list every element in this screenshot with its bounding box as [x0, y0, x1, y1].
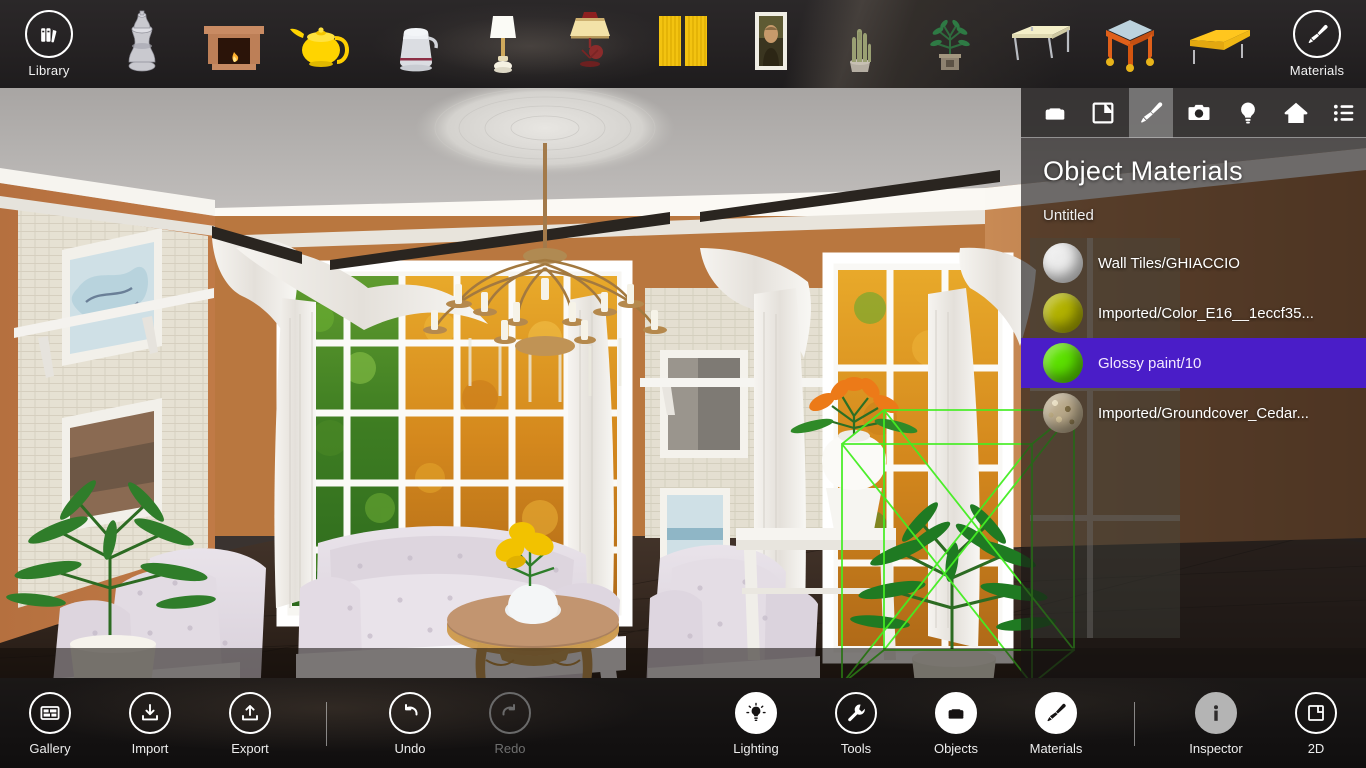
- material-name-2: Glossy paint/10: [1098, 354, 1202, 372]
- bottom-toolbar: Gallery Import Export Undo Redo Lighting…: [0, 678, 1366, 768]
- import-button[interactable]: Import: [104, 678, 196, 768]
- materials-button[interactable]: Materials: [1010, 678, 1102, 768]
- materials-icon-wrap: [1035, 692, 1077, 734]
- twod-icon-wrap: [1295, 692, 1337, 734]
- inspector-icon-wrap: [1195, 692, 1237, 734]
- object-thumb-potted-plant[interactable]: [912, 6, 988, 78]
- paintbrush-icon: [1047, 703, 1066, 722]
- inspector-label: Inspector: [1189, 741, 1243, 756]
- tools-button[interactable]: Tools: [810, 678, 902, 768]
- export-icon: [242, 705, 258, 721]
- library-books-icon: [25, 10, 73, 58]
- export-label: Export: [231, 741, 269, 756]
- floorplan-icon: [1308, 705, 1324, 721]
- wrench-icon: [848, 704, 865, 722]
- paintbrush-icon: [1293, 10, 1341, 58]
- object-thumb-yellow-curtains[interactable]: [645, 6, 721, 78]
- undo-icon-wrap: [389, 692, 431, 734]
- export-button[interactable]: Export: [204, 678, 296, 768]
- material-row-3[interactable]: Imported/Groundcover_Cedar...: [1021, 388, 1366, 438]
- object-thumb-white-table[interactable]: [1002, 6, 1078, 78]
- redo-icon-wrap: [489, 692, 531, 734]
- panel-tab-bar: [1021, 87, 1366, 138]
- materials-toolbar-button[interactable]: Materials: [1278, 0, 1356, 88]
- object-thumb-cactus-plant[interactable]: [822, 6, 898, 78]
- material-name-1: Imported/Color_E16__1eccf35...: [1098, 304, 1314, 322]
- material-row-2[interactable]: Glossy paint/10: [1021, 338, 1366, 388]
- gallery-button[interactable]: Gallery: [4, 678, 96, 768]
- panel-title: Object Materials: [1043, 156, 1243, 186]
- panel-tab-list[interactable]: [1322, 88, 1366, 138]
- info-icon: [1214, 705, 1218, 721]
- twod-label: 2D: [1307, 741, 1325, 756]
- floorplan-icon: [1092, 102, 1114, 123]
- object-thumb-yellow-mattress[interactable]: [1182, 6, 1258, 78]
- redo-label: Redo: [494, 741, 526, 756]
- material-row-0[interactable]: Wall Tiles/GHIACCIO: [1021, 238, 1366, 288]
- top-object-toolbar: Library Materials: [0, 0, 1366, 88]
- undo-label: Undo: [394, 741, 426, 756]
- panel-subtitle: Untitled: [1043, 207, 1094, 224]
- panel-tab-camera[interactable]: [1177, 88, 1221, 138]
- material-swatch-3: [1043, 393, 1083, 433]
- object-thumb-silver-vase[interactable]: [104, 6, 180, 78]
- object-thumb-orange-stool[interactable]: [1092, 6, 1168, 78]
- gallery-label: Gallery: [29, 741, 71, 756]
- lighting-button[interactable]: Lighting: [710, 678, 802, 768]
- panel-tab-objects[interactable]: [1033, 88, 1077, 138]
- object-thumb-fireplace[interactable]: [196, 6, 272, 78]
- panel-tab-home[interactable]: [1274, 88, 1318, 138]
- lighting-icon-wrap: [735, 692, 777, 734]
- bulb-icon: [746, 702, 766, 721]
- import-label: Import: [131, 741, 169, 756]
- gallery-icon-wrap: [29, 692, 71, 734]
- redo-icon: [502, 704, 515, 716]
- list-icon: [1333, 104, 1354, 121]
- object-thumb-white-jug[interactable]: [378, 6, 454, 78]
- materials-label: Materials: [1029, 741, 1083, 756]
- bulb-icon: [1240, 102, 1255, 123]
- object-materials-panel: Object Materials Untitled Wall Tiles/GHI…: [1021, 87, 1366, 678]
- panel-tab-floorplan[interactable]: [1081, 88, 1125, 138]
- tools-label: Tools: [840, 741, 872, 756]
- objects-button[interactable]: Objects: [910, 678, 1002, 768]
- paintbrush-icon: [1141, 101, 1163, 123]
- twod-button[interactable]: 2D: [1270, 678, 1362, 768]
- panel-tab-materials[interactable]: [1129, 87, 1174, 138]
- materials-toolbar-label: Materials: [1289, 63, 1345, 78]
- undo-icon: [405, 704, 418, 716]
- tools-icon-wrap: [835, 692, 877, 734]
- gallery-icon: [40, 706, 60, 720]
- redo-button: Redo: [464, 678, 556, 768]
- objects-icon-wrap: [935, 692, 977, 734]
- export-icon-wrap: [229, 692, 271, 734]
- object-thumb-yellow-teapot[interactable]: [285, 6, 361, 78]
- material-swatch-1: [1043, 293, 1083, 333]
- panel-tab-lighting[interactable]: [1226, 88, 1270, 138]
- sofa-icon: [948, 709, 964, 719]
- inspector-button[interactable]: Inspector: [1170, 678, 1262, 768]
- import-icon-wrap: [129, 692, 171, 734]
- toolbar-divider-right: [1134, 702, 1135, 746]
- object-thumb-floor-lamp[interactable]: [465, 6, 541, 78]
- camera-icon: [1188, 104, 1210, 120]
- toolbar-divider-left: [326, 702, 327, 746]
- undo-button[interactable]: Undo: [364, 678, 456, 768]
- material-swatch-0: [1043, 243, 1083, 283]
- materials-list: Wall Tiles/GHIACCIO Imported/Color_E16__…: [1021, 238, 1366, 438]
- application-window: Library Materials Object Materials Untit…: [0, 0, 1366, 768]
- sofa-icon: [1045, 107, 1065, 120]
- material-name-0: Wall Tiles/GHIACCIO: [1098, 254, 1240, 272]
- material-swatch-2: [1043, 343, 1083, 383]
- home-icon: [1284, 102, 1308, 123]
- objects-label: Objects: [933, 741, 979, 756]
- object-thumb-table-lamp[interactable]: [552, 6, 628, 78]
- material-row-1[interactable]: Imported/Color_E16__1eccf35...: [1021, 288, 1366, 338]
- library-button[interactable]: Library: [10, 0, 88, 88]
- lighting-label: Lighting: [733, 741, 779, 756]
- import-icon: [142, 704, 158, 721]
- material-name-3: Imported/Groundcover_Cedar...: [1098, 404, 1309, 422]
- object-thumb-framed-painting[interactable]: [733, 6, 809, 78]
- library-button-label: Library: [28, 63, 70, 78]
